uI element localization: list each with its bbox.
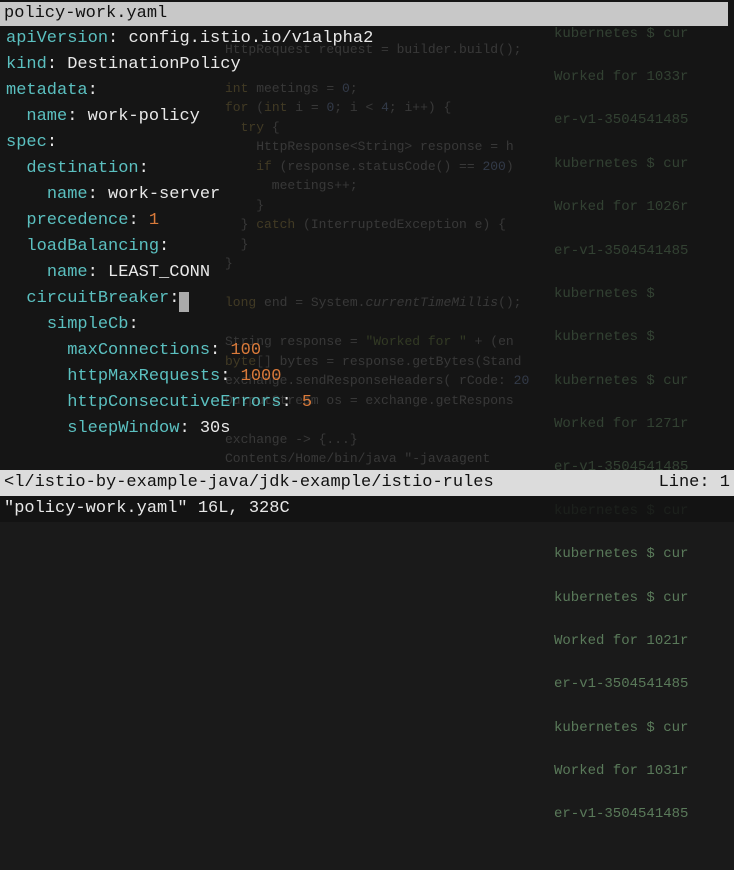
yaml-line[interactable]: maxConnections: 100 <box>6 338 734 364</box>
title-bar: policy-work.yaml <box>0 2 728 26</box>
yaml-line[interactable]: name: work-server <box>6 182 734 208</box>
file-path: <l/istio-by-example-java/jdk-example/ist… <box>4 470 494 496</box>
yaml-line[interactable]: precedence: 1 <box>6 208 734 234</box>
status-bar-fileinfo: "policy-work.yaml" 16L, 328C <box>0 496 734 522</box>
yaml-line[interactable]: kind: DestinationPolicy <box>6 52 734 78</box>
file-info: "policy-work.yaml" 16L, 328C <box>4 499 290 518</box>
yaml-line[interactable]: spec: <box>6 130 734 156</box>
yaml-line[interactable]: sleepWindow: 30s <box>6 416 734 442</box>
line-indicator: Line: 1 <box>659 470 730 496</box>
yaml-line[interactable]: httpConsecutiveErrors: 5 <box>6 390 734 416</box>
status-bar-path: <l/istio-by-example-java/jdk-example/ist… <box>0 470 734 496</box>
yaml-line[interactable]: apiVersion: config.istio.io/v1alpha2 <box>6 26 734 52</box>
yaml-line[interactable]: metadata: <box>6 78 734 104</box>
yaml-line[interactable]: name: work-policy <box>6 104 734 130</box>
yaml-line[interactable]: destination: <box>6 156 734 182</box>
yaml-line[interactable]: httpMaxRequests: 1000 <box>6 364 734 390</box>
yaml-line[interactable]: simpleCb: <box>6 312 734 338</box>
yaml-content[interactable]: apiVersion: config.istio.io/v1alpha2kind… <box>6 26 734 442</box>
yaml-line[interactable]: name: LEAST_CONN <box>6 260 734 286</box>
cursor <box>179 292 189 312</box>
yaml-line[interactable]: circuitBreaker: <box>6 286 734 312</box>
yaml-line[interactable]: loadBalancing: <box>6 234 734 260</box>
vim-editor[interactable]: policy-work.yaml apiVersion: config.isti… <box>0 0 734 522</box>
